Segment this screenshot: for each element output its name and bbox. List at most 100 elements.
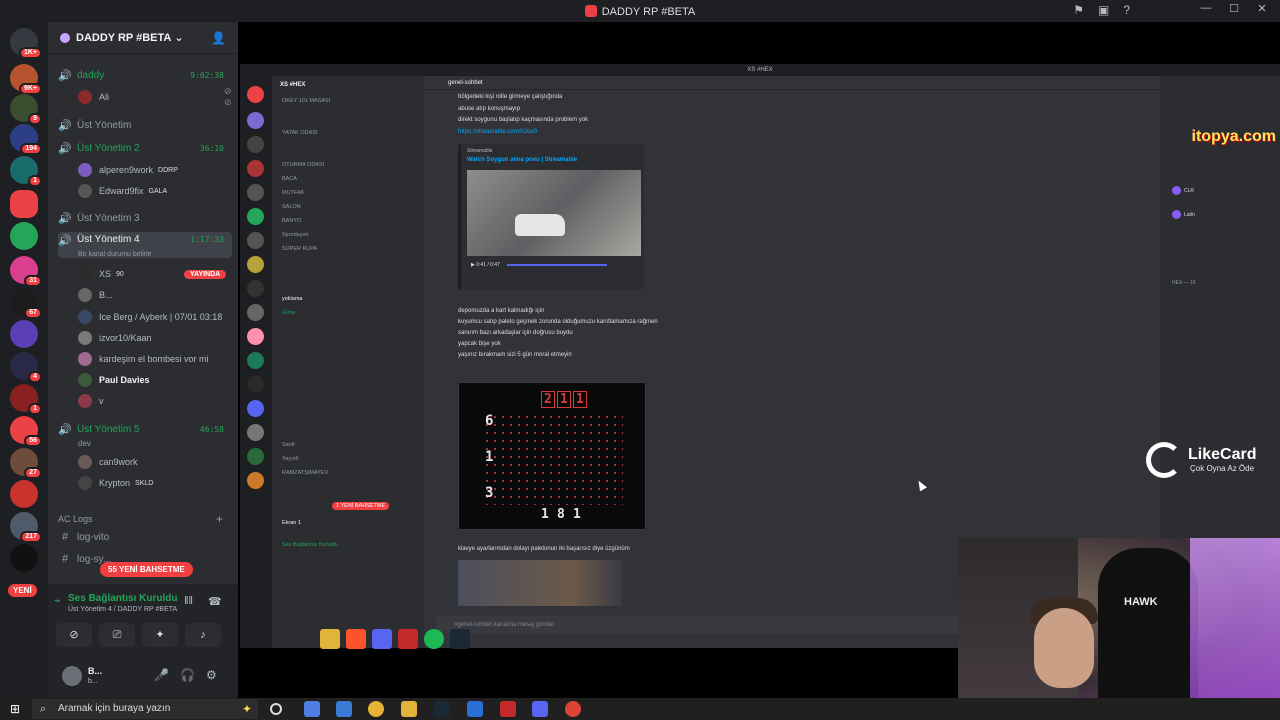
app-icon[interactable]: [500, 701, 516, 717]
server-icon[interactable]: 194: [10, 124, 42, 155]
voice-user-streaming[interactable]: XS 90 YAYINDA: [78, 266, 227, 282]
direct-messages-icon[interactable]: 1K+: [10, 28, 42, 59]
steam-icon[interactable]: [434, 701, 450, 717]
voice-user[interactable]: izvor10/Kaan: [78, 330, 152, 346]
voice-user[interactable]: kardeşim el bombesi vor mi: [78, 351, 209, 367]
chrome-icon[interactable]: [565, 701, 581, 717]
server-icon[interactable]: 31: [10, 256, 42, 287]
flag-icon[interactable]: ⚑: [1073, 3, 1084, 17]
server-icon[interactable]: 56: [10, 416, 42, 447]
text-channel-log-vito[interactable]: # log-vito: [58, 528, 232, 546]
server-icon[interactable]: 4: [10, 352, 42, 383]
noise-suppression-icon[interactable]: ‖‖: [184, 595, 193, 607]
server-icon[interactable]: 9: [10, 94, 42, 125]
screen-icon[interactable]: ▣: [1098, 3, 1109, 17]
voice-channel-path[interactable]: Üst Yönetim 4 / DADDY RP #BETA: [68, 606, 177, 613]
server-icon: [247, 136, 264, 153]
close-button[interactable]: ✕: [1250, 2, 1274, 15]
screen-share-button[interactable]: ⎚: [99, 623, 135, 647]
disconnect-icon[interactable]: ☎: [208, 595, 222, 608]
speaker-icon: 🔊: [58, 212, 72, 225]
voice-user[interactable]: Krypton SKLD: [78, 475, 153, 491]
minimize-button[interactable]: —: [1194, 2, 1218, 15]
store-icon[interactable]: [336, 701, 352, 717]
avatar: [78, 310, 92, 324]
activities-button[interactable]: ✦: [142, 623, 178, 647]
chevron-down-icon: ⌄: [171, 32, 184, 44]
gear-icon[interactable]: ⚙: [206, 668, 217, 682]
image-attachment: [458, 560, 622, 606]
app-icon[interactable]: [467, 701, 483, 717]
likecard-icon: [1146, 442, 1182, 478]
server-icon[interactable]: 217: [10, 512, 42, 543]
headphones-icon[interactable]: 🎧: [180, 668, 195, 682]
voice-user[interactable]: v: [78, 393, 104, 409]
microphone-icon[interactable]: 🎤: [154, 668, 169, 682]
server-icon[interactable]: [10, 222, 38, 250]
title-bar: DADDY RP #BETA ⚑ ▣ ? — ☐ ✕: [0, 0, 1280, 22]
server-icon[interactable]: 67: [10, 288, 42, 319]
invite-people-icon[interactable]: 👤: [211, 31, 226, 45]
server-icon[interactable]: [10, 544, 38, 572]
windows-start-icon[interactable]: ⊞: [10, 702, 20, 716]
avatar: [78, 288, 92, 302]
server-badge-icon: [60, 32, 70, 43]
new-indicator[interactable]: YENİ: [8, 584, 37, 597]
server-icon[interactable]: 1: [10, 156, 42, 187]
server-icon-active[interactable]: [10, 190, 38, 218]
voice-user[interactable]: Ali ⊘ ⊘: [78, 86, 232, 107]
server-icon[interactable]: 1: [10, 384, 42, 415]
channel-status[interactable]: Bir kanal durumu belirle: [78, 251, 152, 258]
inner-server-rail: [240, 76, 272, 648]
webcam-overlay: HAWK: [958, 538, 1280, 698]
server-icon[interactable]: [10, 320, 38, 348]
server-icon: [247, 184, 264, 201]
voice-user[interactable]: Ice Berg / Ayberk | 07/01 03:18: [78, 309, 222, 325]
spotify-icon: [424, 629, 444, 649]
voice-channel-daddy[interactable]: 🔊 daddy 9:02:38: [58, 66, 232, 84]
likecard-logo: LikeCard Çok Oyna Az Öde: [1146, 442, 1276, 482]
voice-user[interactable]: Edward9fix GALA: [78, 183, 167, 199]
voice-channel-ust-yonetim[interactable]: 🔊 Üst Yönetim: [58, 116, 232, 134]
avatar: [78, 90, 92, 104]
server-icon[interactable]: 27: [10, 448, 42, 479]
voice-user[interactable]: can9work: [78, 454, 138, 470]
voice-channel-ust-yonetim-5[interactable]: 🔊 Üst Yönetim 5 46:58: [58, 420, 232, 438]
server-icon[interactable]: 9K+: [10, 64, 42, 95]
voice-channel-ust-yonetim-2[interactable]: 🔊 Üst Yönetim 2 36:10: [58, 139, 232, 157]
discord-icon[interactable]: [532, 701, 548, 717]
camera-off-button[interactable]: ⊘: [56, 623, 92, 647]
video-embed: Streamable Watch Soygun alma povu | Stre…: [458, 144, 644, 290]
muted-icon: ⊘ ⊘: [224, 86, 232, 107]
server-icon[interactable]: [10, 480, 38, 508]
category-ac-logs[interactable]: AC Logs +: [58, 512, 223, 526]
avatar: [78, 267, 92, 281]
server-rail: 1K+ 9K+ 9 194 1 31 67 4 1 56 27 217 YENİ: [0, 22, 48, 698]
voice-user[interactable]: alperen9work DDRP: [78, 162, 178, 178]
help-icon[interactable]: ?: [1123, 3, 1130, 17]
server-header[interactable]: DADDY RP #BETA ⌄ 👤: [48, 22, 238, 54]
server-icon: [247, 280, 264, 297]
avatar: [78, 184, 92, 198]
taskbar-search-input[interactable]: ⌕ Aramak için buraya yazın ✦: [32, 699, 258, 719]
video-thumbnail: ▶ 0:41 / 0:47: [467, 170, 641, 268]
streamed-taskbar-apps: [320, 627, 480, 651]
soundboard-button[interactable]: ♪: [185, 623, 221, 647]
app-icon[interactable]: [304, 701, 320, 717]
avatar: [78, 476, 92, 490]
inner-channel-list: XS #HEX OKEY 101 MASASI YATAK ODASI OTUR…: [272, 76, 424, 648]
avatar[interactable]: [62, 666, 82, 686]
file-explorer-icon[interactable]: [401, 701, 417, 717]
task-view-icon[interactable]: [270, 703, 282, 715]
voice-user[interactable]: Paul Davies: [78, 372, 150, 388]
chrome-icon[interactable]: [368, 701, 384, 717]
voice-channel-ust-yonetim-3[interactable]: 🔊 Üst Yönetim 3: [58, 209, 232, 227]
window-controls: — ☐ ✕: [1194, 2, 1274, 15]
signal-icon[interactable]: ⌁: [54, 594, 61, 607]
app-logo-icon: [584, 5, 597, 17]
server-icon: [247, 448, 264, 465]
maximize-button[interactable]: ☐: [1222, 2, 1246, 15]
new-mentions-pill[interactable]: 55 YENİ BAHSETME: [100, 562, 193, 577]
voice-user[interactable]: B...: [78, 287, 113, 303]
add-channel-icon[interactable]: +: [216, 512, 223, 526]
